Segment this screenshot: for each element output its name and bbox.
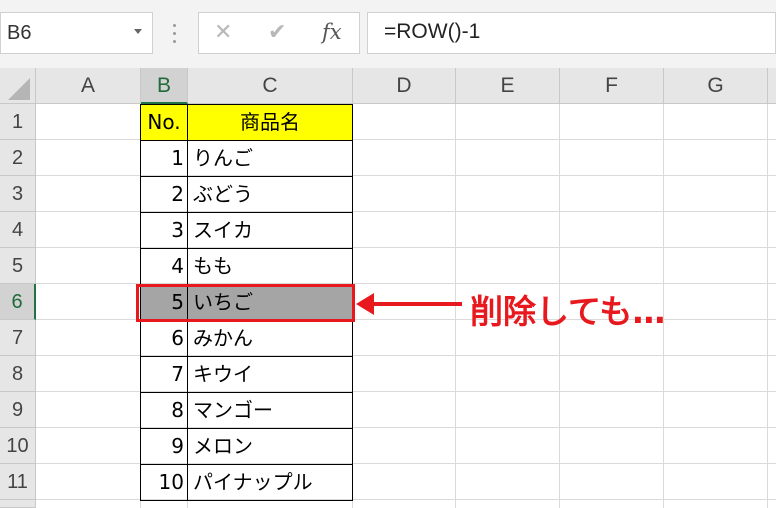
row-header-9[interactable]: 9 bbox=[0, 392, 36, 428]
row-header-7[interactable]: 7 bbox=[0, 320, 36, 356]
column-header-f[interactable]: F bbox=[560, 68, 664, 104]
row-header-10[interactable]: 10 bbox=[0, 428, 36, 464]
column-header-e[interactable]: E bbox=[456, 68, 560, 104]
cell-c2[interactable]: りんご bbox=[187, 140, 353, 177]
select-all-icon[interactable] bbox=[8, 78, 30, 100]
column-header-overflow bbox=[768, 68, 776, 104]
highlight-box bbox=[136, 284, 355, 322]
row-header-2[interactable]: 2 bbox=[0, 140, 36, 176]
gridline bbox=[455, 104, 456, 508]
row-header-6[interactable]: 6 bbox=[0, 284, 36, 320]
cell-c10[interactable]: メロン bbox=[187, 428, 353, 465]
cell-c3[interactable]: ぶどう bbox=[187, 176, 353, 213]
cell-c4[interactable]: スイカ bbox=[187, 212, 353, 249]
row-header-overflow bbox=[0, 500, 36, 508]
cell-b4[interactable]: 3 bbox=[140, 212, 188, 249]
column-header-d[interactable]: D bbox=[353, 68, 456, 104]
name-box-dropdown-icon[interactable] bbox=[134, 29, 142, 34]
gridline bbox=[767, 104, 768, 508]
row-header-5[interactable]: 5 bbox=[0, 248, 36, 284]
arrow-left-icon bbox=[356, 293, 374, 315]
column-header-c[interactable]: C bbox=[188, 68, 353, 104]
row-header-3[interactable]: 3 bbox=[0, 176, 36, 212]
cell-c7[interactable]: みかん bbox=[187, 320, 353, 357]
cell-b9[interactable]: 8 bbox=[140, 392, 188, 429]
cell-b1[interactable]: No. bbox=[140, 104, 188, 141]
cell-c11[interactable]: パイナップル bbox=[187, 464, 353, 501]
cell-b5[interactable]: 4 bbox=[140, 248, 188, 285]
cell-c8[interactable]: キウイ bbox=[187, 356, 353, 393]
column-header-g[interactable]: G bbox=[664, 68, 768, 104]
row-header-8[interactable]: 8 bbox=[0, 356, 36, 392]
cell-b2[interactable]: 1 bbox=[140, 140, 188, 177]
cell-b3[interactable]: 2 bbox=[140, 176, 188, 213]
cell-c5[interactable]: もも bbox=[187, 248, 353, 285]
cell-c9[interactable]: マンゴー bbox=[187, 392, 353, 429]
column-header-a[interactable]: A bbox=[36, 68, 141, 104]
formula-value: =ROW()-1 bbox=[384, 20, 481, 43]
cancel-icon[interactable]: ✕ bbox=[214, 20, 232, 45]
column-header-b[interactable]: B bbox=[141, 68, 188, 104]
cell-b10[interactable]: 9 bbox=[140, 428, 188, 465]
cell-b7[interactable]: 6 bbox=[140, 320, 188, 357]
row-header-11[interactable]: 11 bbox=[0, 464, 36, 500]
row-header-4[interactable]: 4 bbox=[0, 212, 36, 248]
formula-bar-grip-icon[interactable] bbox=[173, 24, 177, 44]
insert-function-icon[interactable]: fx bbox=[322, 20, 342, 44]
cell-b11[interactable]: 10 bbox=[140, 464, 188, 501]
name-box-value: B6 bbox=[7, 22, 32, 44]
arrow-shaft bbox=[370, 302, 462, 306]
cell-c1[interactable]: 商品名 bbox=[187, 104, 353, 141]
row-header-1[interactable]: 1 bbox=[0, 104, 36, 140]
cell-b8[interactable]: 7 bbox=[140, 356, 188, 393]
annotation-text: 削除しても… bbox=[470, 292, 666, 331]
enter-check-icon[interactable]: ✔ bbox=[268, 20, 286, 45]
